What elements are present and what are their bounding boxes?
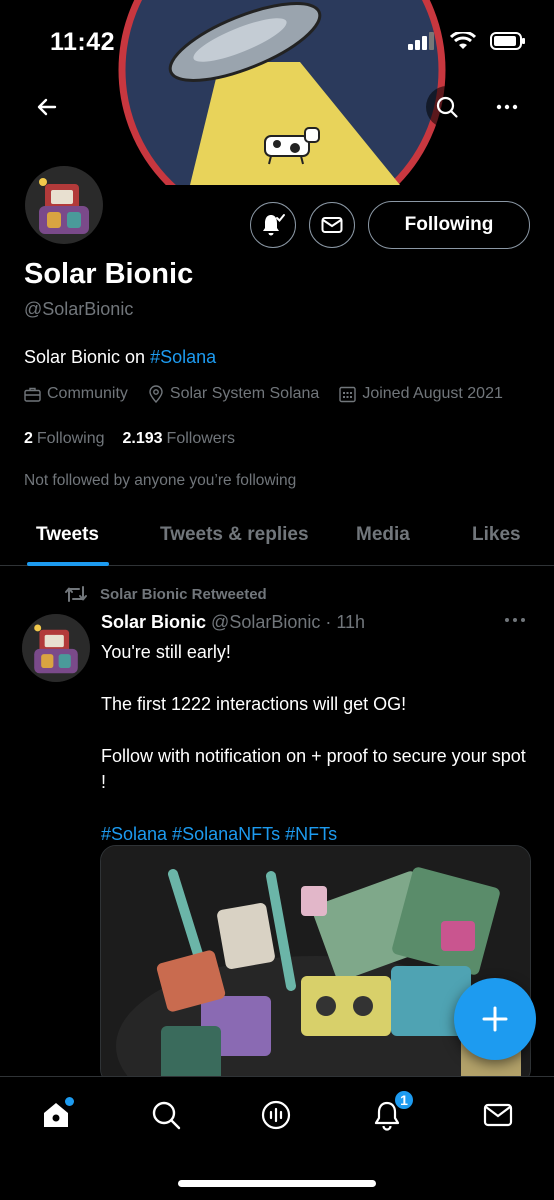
tab-media[interactable]: Media bbox=[356, 524, 410, 546]
following-button[interactable]: Following bbox=[368, 201, 530, 249]
retweet-icon bbox=[65, 586, 87, 602]
tweet-author-meta: @SolarBionic · 11h bbox=[211, 612, 366, 632]
back-button[interactable] bbox=[26, 86, 68, 128]
profile-name: Solar Bionic bbox=[24, 258, 194, 290]
home-indicator[interactable] bbox=[178, 1180, 376, 1187]
tweet-hashtags[interactable]: #Solana #SolanaNFTs #NFTs bbox=[101, 821, 531, 847]
nav-spaces[interactable] bbox=[256, 1095, 296, 1135]
mutual-followers-note: Not followed by anyone you’re following bbox=[24, 472, 297, 489]
compose-tweet-button[interactable] bbox=[454, 978, 536, 1060]
retweet-context: Solar Bionic Retweeted bbox=[64, 584, 267, 604]
profile-tabs: Tweets Tweets & replies Media Likes bbox=[0, 508, 554, 566]
plus-icon bbox=[482, 1006, 508, 1032]
home-new-indicator bbox=[65, 1097, 74, 1106]
profile-joined-date: Joined August 2021 bbox=[339, 385, 503, 403]
tab-likes[interactable]: Likes bbox=[472, 524, 521, 546]
search-icon bbox=[152, 1101, 181, 1130]
robot-avatar-image bbox=[22, 614, 90, 682]
bio-hashtag-link[interactable]: #Solana bbox=[150, 347, 216, 367]
profile-meta: Community Solar System Solana Joined Aug… bbox=[24, 385, 503, 403]
mail-icon bbox=[321, 217, 343, 233]
profile-location: Solar System Solana bbox=[148, 385, 319, 403]
profile-handle: @SolarBionic bbox=[24, 299, 134, 319]
spaces-icon bbox=[261, 1100, 291, 1130]
robot-avatar-image bbox=[25, 166, 103, 244]
active-tab-indicator bbox=[27, 562, 109, 566]
calendar-icon bbox=[339, 386, 357, 402]
briefcase-icon bbox=[24, 387, 41, 402]
tweet-text: You're still early! The first 1222 inter… bbox=[101, 639, 531, 873]
bell-check-icon bbox=[263, 214, 285, 236]
status-time: 11:42 bbox=[50, 28, 116, 56]
profile-avatar[interactable] bbox=[22, 163, 106, 247]
tweet-header: Solar Bionic @SolarBionic · 11h bbox=[101, 612, 365, 633]
more-icon bbox=[496, 104, 518, 110]
profile-category: Community bbox=[24, 385, 128, 403]
tab-tweets-and-replies[interactable]: Tweets & replies bbox=[160, 524, 309, 546]
follow-counts: 2 Following 2.193 Followers bbox=[24, 430, 235, 448]
location-pin-icon bbox=[149, 385, 163, 403]
followers-count-link[interactable]: 2.193 Followers bbox=[123, 430, 236, 448]
bio-text: Solar Bionic on bbox=[24, 347, 151, 367]
nav-search[interactable] bbox=[146, 1095, 186, 1135]
tweet-more-button[interactable] bbox=[504, 612, 526, 630]
search-icon bbox=[436, 96, 458, 118]
wifi-icon bbox=[450, 32, 476, 49]
more-options-button[interactable] bbox=[486, 86, 528, 128]
tweet-author-name[interactable]: Solar Bionic bbox=[101, 612, 206, 632]
mail-icon bbox=[483, 1103, 513, 1127]
notifications-toggle-button[interactable] bbox=[250, 202, 296, 248]
status-bar: 11:42 bbox=[0, 0, 554, 90]
message-button[interactable] bbox=[309, 202, 355, 248]
nav-home[interactable] bbox=[36, 1095, 76, 1135]
tweet-line: The first 1222 interactions will get OG! bbox=[101, 694, 407, 714]
nav-notifications[interactable]: 1 bbox=[367, 1089, 415, 1135]
back-arrow-icon bbox=[37, 98, 57, 116]
tweet-author-avatar[interactable] bbox=[22, 614, 90, 682]
cellular-signal-icon bbox=[408, 32, 434, 50]
battery-icon bbox=[490, 32, 525, 50]
tab-tweets[interactable]: Tweets bbox=[36, 524, 99, 546]
search-button[interactable] bbox=[426, 86, 468, 128]
nav-messages[interactable] bbox=[478, 1095, 518, 1135]
tweet-line: You're still early! bbox=[101, 642, 231, 662]
more-icon bbox=[505, 618, 525, 622]
notifications-badge: 1 bbox=[393, 1089, 415, 1111]
following-count-link[interactable]: 2 Following bbox=[24, 430, 105, 448]
profile-bio: Solar Bionic on #Solana bbox=[24, 347, 216, 368]
tweet-line: Follow with notification on + proof to s… bbox=[101, 746, 526, 792]
